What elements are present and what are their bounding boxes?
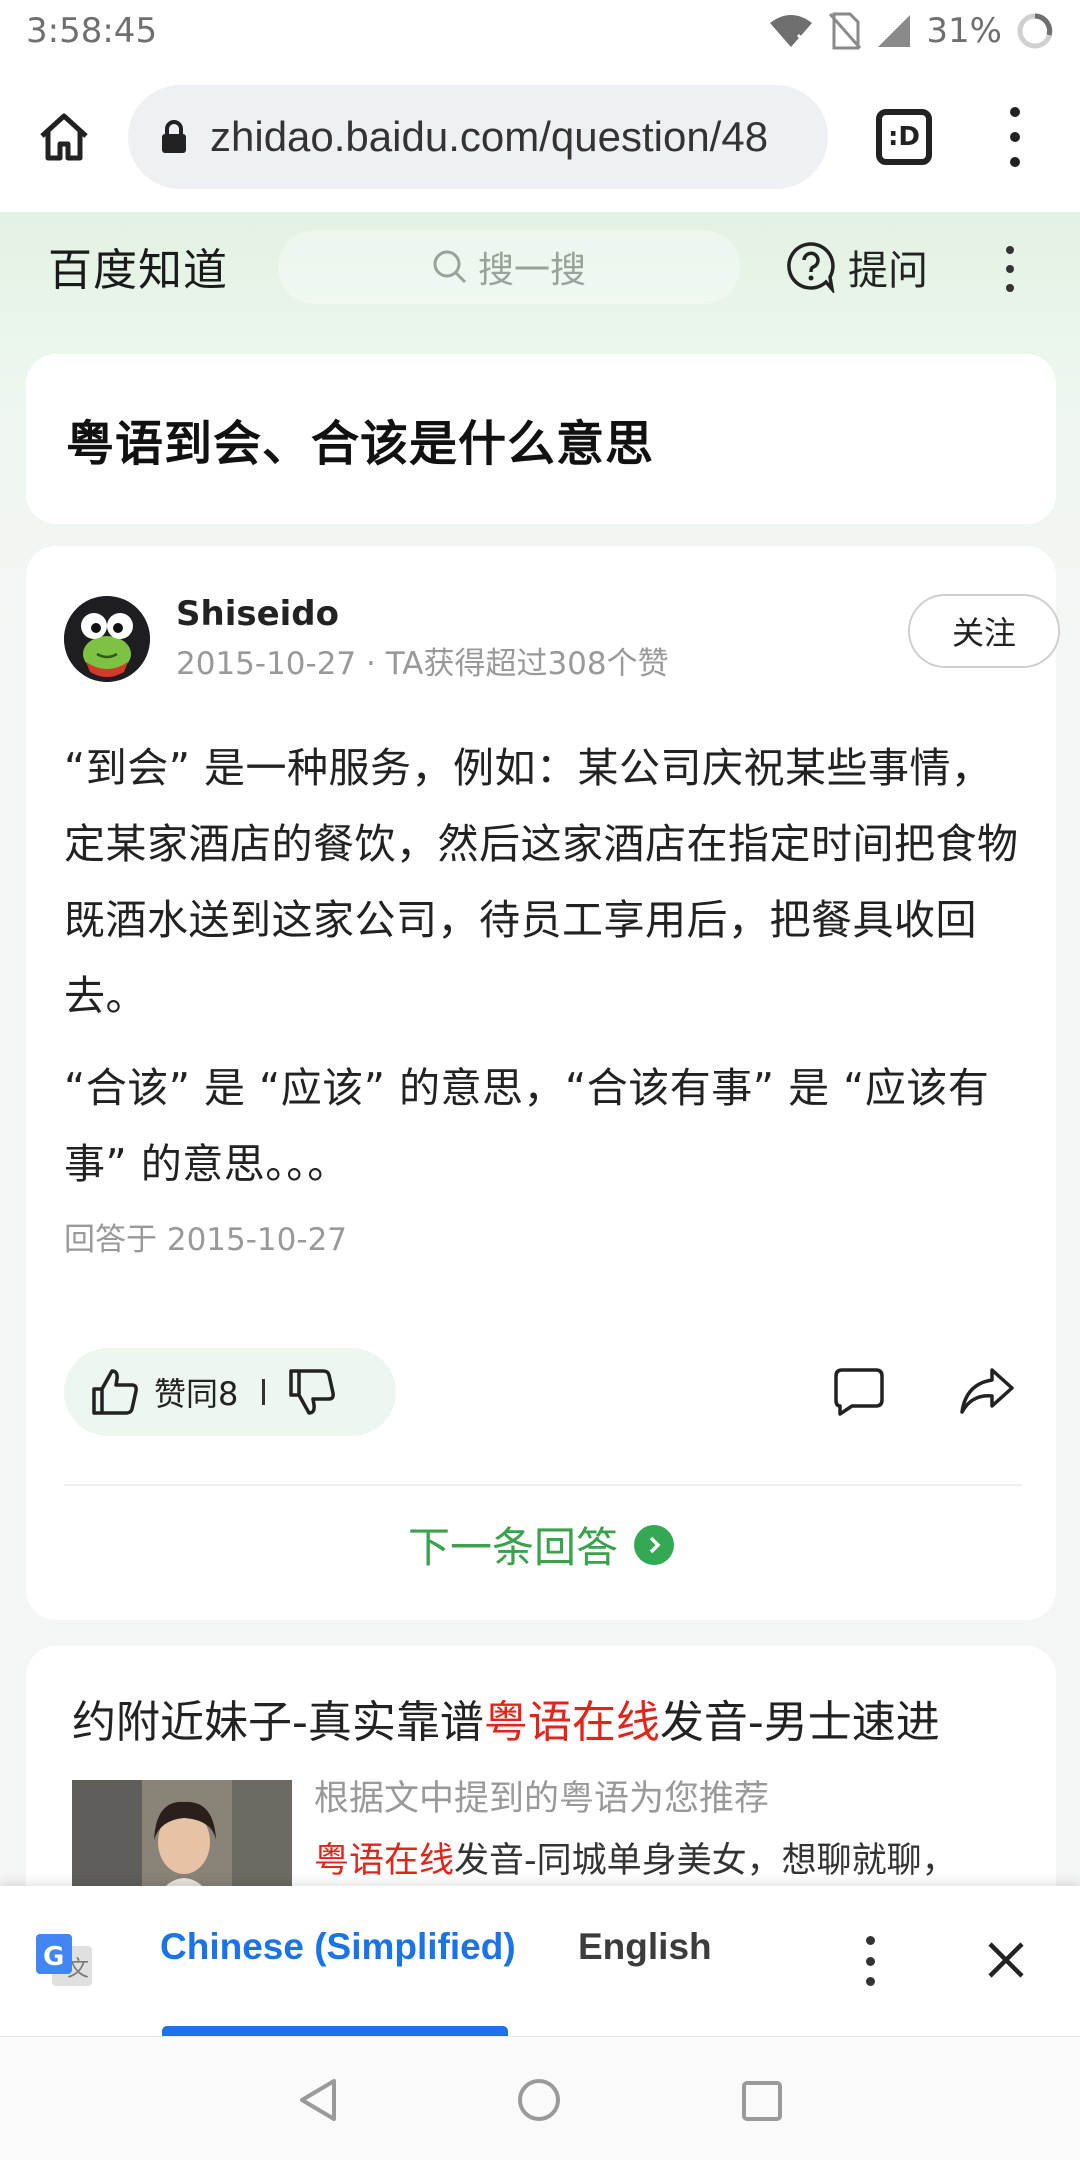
vote-separator [262, 1379, 266, 1405]
recents-icon [742, 2081, 782, 2121]
vote-pill: 赞同8 [64, 1348, 396, 1436]
answer-card: Shiseido 2015-10-27 · TA获得超过308个赞 关注 “到会… [26, 546, 1060, 1620]
comment-icon [834, 1368, 884, 1416]
answered-date: 回答于 2015-10-27 [64, 1222, 348, 1258]
more-icon [865, 1936, 875, 1945]
back-icon [300, 2079, 336, 2121]
more-icon [865, 1977, 875, 1986]
active-tab-indicator [162, 2026, 508, 2036]
translate-bar: 文 G Chinese (Simplified) English [0, 1886, 1080, 2036]
comment-button[interactable] [832, 1366, 886, 1422]
google-translate-icon: 文 G [34, 1932, 94, 1996]
follow-label: 关注 [951, 614, 1016, 652]
description-highlight: 粤语在线 [314, 1841, 455, 1881]
battery-percent: 31% [926, 11, 1002, 51]
more-icon [865, 1956, 875, 1966]
home-button[interactable] [24, 97, 104, 177]
browser-menu-button[interactable] [1000, 107, 1030, 167]
battery-icon [1017, 13, 1053, 49]
title-highlight: 粤语在线 [483, 1697, 660, 1748]
recommendation-description: 粤语在线发音-同城单身美女，想聊就聊， [314, 1832, 957, 1883]
next-answer-link[interactable]: 下一条回答 [26, 1514, 1056, 1575]
thumbs-up-icon[interactable] [90, 1367, 140, 1417]
tab-switcher-button[interactable]: :D [876, 109, 932, 165]
share-icon [960, 1368, 1014, 1414]
search-icon [433, 250, 467, 284]
no-sim-icon [829, 12, 862, 50]
more-icon [1006, 265, 1014, 273]
vote-up-label[interactable]: 赞同8 [154, 1369, 238, 1415]
menu-dot [1010, 157, 1020, 167]
close-icon [988, 1942, 1024, 1978]
screen: 3:58:45 31% zhidao.baidu.com/question/48… [0, 0, 1080, 2160]
frog-avatar-icon [64, 596, 150, 682]
browser-toolbar: zhidao.baidu.com/question/48 :D [0, 62, 1080, 212]
search-placeholder: 搜一搜 [477, 250, 586, 291]
title-text: 约附近妹子-真实靠谱 [72, 1697, 484, 1748]
divider [64, 1484, 1022, 1486]
ask-question-button[interactable]: 提问 [786, 238, 928, 296]
site-search-box[interactable]: 搜一搜 [278, 230, 740, 304]
translate-more-button[interactable] [862, 1936, 878, 1986]
recommendation-title[interactable]: 约附近妹子-真实靠谱粤语在线发音-男士速进 [72, 1686, 940, 1750]
system-nav-bar [0, 2036, 1080, 2160]
tab-target-language[interactable]: English [578, 1926, 712, 1968]
translate-close-button[interactable] [986, 1940, 1026, 1984]
address-bar[interactable]: zhidao.baidu.com/question/48 [128, 85, 828, 189]
answer-paragraph: “到会” 是一种服务，例如：某公司庆祝某些事情，定某家酒店的餐饮，然后这家酒店在… [64, 744, 1019, 1020]
recents-button[interactable] [740, 2079, 784, 2127]
next-answer-label: 下一条回答 [407, 1523, 618, 1572]
site-header: 百度知道 搜一搜 提问 [0, 212, 1080, 320]
home-icon [40, 113, 88, 161]
lock-icon [162, 120, 186, 153]
recommendation-reason: 根据文中提到的粤语为您推荐 [314, 1779, 770, 1819]
more-icon [1006, 246, 1014, 254]
thumbs-down-icon[interactable] [287, 1367, 337, 1417]
home-nav-button[interactable] [516, 2077, 562, 2127]
status-bar: 3:58:45 31% [0, 0, 1080, 62]
ask-label: 提问 [848, 248, 928, 294]
question-icon [787, 242, 835, 293]
site-logo[interactable]: 百度知道 [48, 234, 228, 298]
answer-paragraph: “合该” 是 “应该” 的意思，“合该有事” 是 “应该有事” 的意思。。。 [64, 1064, 990, 1188]
menu-dot [1010, 107, 1020, 117]
author-meta: 2015-10-27 · TA获得超过308个赞 [176, 646, 669, 682]
tab-switcher-icon: :D [888, 122, 920, 152]
home-circle-icon [518, 2079, 560, 2121]
menu-dot [1010, 132, 1020, 142]
site-more-button[interactable] [1002, 246, 1018, 292]
title-text: 发音-男士速进 [659, 1697, 940, 1748]
status-icons: 31% [768, 11, 1054, 51]
signal-icon [878, 15, 911, 47]
description-text: 发音-同城单身美女，想聊就聊， [454, 1841, 957, 1881]
url-text: zhidao.baidu.com/question/48 [210, 113, 769, 160]
follow-button[interactable]: 关注 [908, 594, 1060, 668]
avatar[interactable] [64, 596, 150, 682]
share-button[interactable] [958, 1366, 1016, 1422]
wifi-icon [770, 15, 813, 47]
question-title: 粤语到会、合该是什么意思 [66, 416, 655, 472]
back-button[interactable] [296, 2077, 340, 2127]
tab-source-language[interactable]: Chinese (Simplified) [160, 1926, 516, 1968]
status-time: 3:58:45 [26, 11, 158, 51]
question-card: 粤语到会、合该是什么意思 [26, 354, 1056, 524]
more-icon [1006, 284, 1014, 292]
author-name[interactable]: Shiseido [176, 594, 339, 634]
author-row: Shiseido 2015-10-27 · TA获得超过308个赞 关注 [64, 546, 1060, 686]
svg-text:G: G [43, 1942, 64, 1972]
chevron-right-icon [634, 1524, 674, 1565]
answer-body: “到会” 是一种服务，例如：某公司庆祝某些事情，定某家酒店的餐饮，然后这家酒店在… [64, 730, 1022, 1259]
